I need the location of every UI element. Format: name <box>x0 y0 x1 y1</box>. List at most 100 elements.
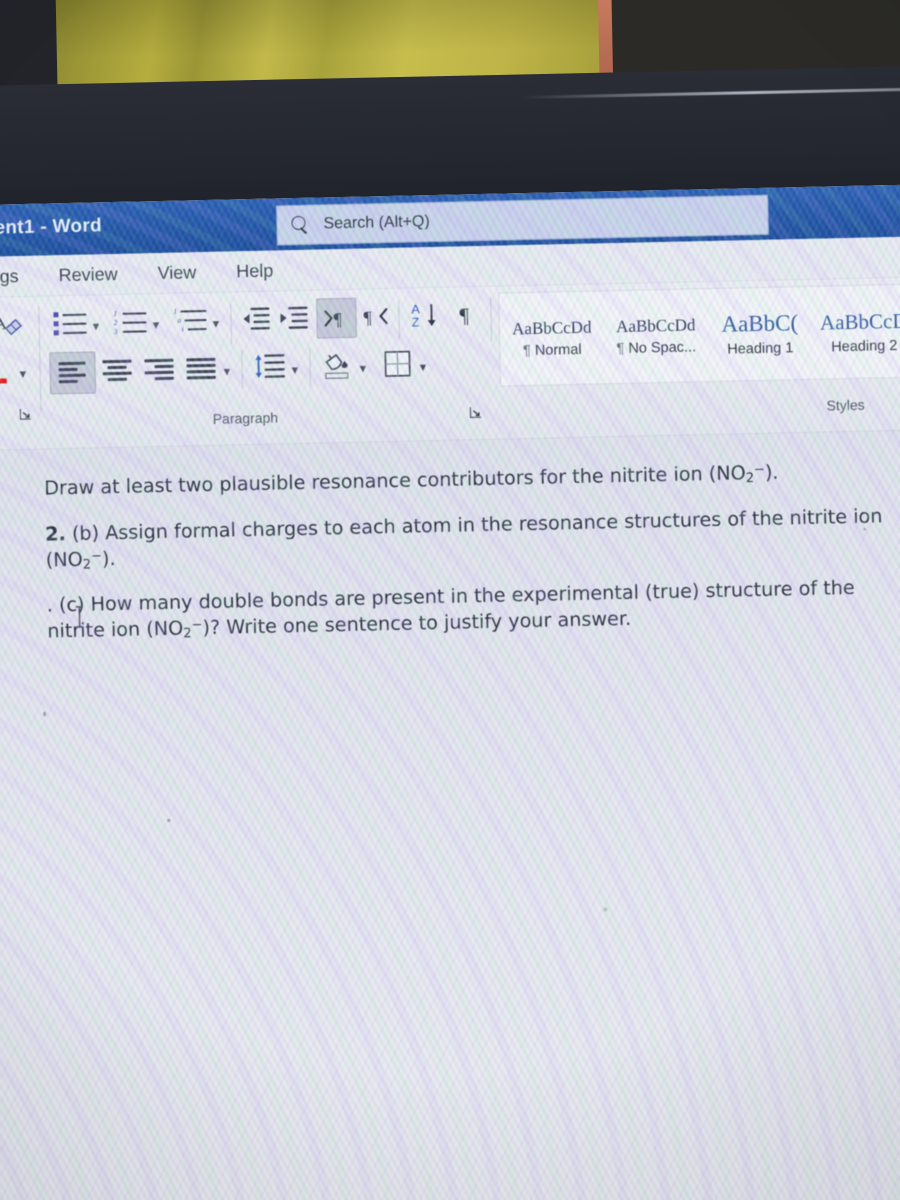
justify-button[interactable] <box>181 351 222 388</box>
justify-icon <box>185 356 218 383</box>
svg-text:¶: ¶ <box>333 309 342 329</box>
tab-view[interactable]: View <box>137 261 216 284</box>
style-preview: AaBbC( <box>721 310 799 337</box>
line-and-paragraph-spacing-button[interactable] <box>249 347 290 386</box>
document-text[interactable]: Draw at least two plausible resonance co… <box>44 457 900 647</box>
increase-indent-button[interactable] <box>274 301 313 336</box>
line-spacing-chevron-down-icon[interactable]: ▾ <box>292 362 299 377</box>
list-number: 2. <box>44 521 67 546</box>
increase-indent-icon <box>280 306 308 329</box>
group-separator <box>309 348 312 387</box>
no2-charge-superscript: − <box>90 548 103 564</box>
sort-button[interactable]: A Z <box>404 296 445 335</box>
document-paragraph-3[interactable]: . (c) How many double bonds are present … <box>46 574 900 646</box>
shading-chevron-down-icon[interactable]: ▾ <box>359 361 366 376</box>
paragraph-group-label: Paragraph <box>212 409 279 427</box>
style-item-heading-2[interactable]: AaBbCcD Heading 2 <box>811 285 900 379</box>
align-right-icon <box>143 357 176 384</box>
document-paragraph-2[interactable]: 2. (b) Assign formal charges to each ato… <box>45 502 900 574</box>
style-label: ¶ No Spac... <box>616 339 697 358</box>
svg-text:¶: ¶ <box>459 303 470 327</box>
search-box[interactable]: Search (Alt+Q) <box>276 194 769 246</box>
right-to-left-text-direction-button[interactable]: ¶ <box>358 299 395 334</box>
group-separator <box>230 304 233 345</box>
styles-group-label: Styles <box>826 396 865 414</box>
rtl-text-direction-icon: ¶ <box>363 307 388 328</box>
group-separator <box>490 296 493 341</box>
styles-gallery[interactable]: AaBbCcDd ¶ Normal AaBbCcDd ¶ No Spac... … <box>498 282 900 387</box>
no2-subscript: 2 <box>745 470 755 487</box>
ribbon: A A ▾ <box>0 277 900 451</box>
borders-button[interactable] <box>377 344 418 383</box>
borders-chevron-down-icon[interactable]: ▾ <box>419 359 426 374</box>
style-label: ¶ Normal <box>522 341 582 360</box>
monitor-screen: ent1 - Word Search (Alt+Q) lings Review … <box>0 184 900 1200</box>
multilevel-list-button[interactable]: 1 a i <box>170 303 211 338</box>
font-dialog-launcher[interactable] <box>18 407 32 421</box>
align-center-icon <box>101 358 134 385</box>
group-separator <box>38 306 42 411</box>
pilcrow-icon: ¶ <box>459 303 470 327</box>
show-formatting-marks-button[interactable]: ¶ <box>450 297 485 332</box>
font-color-chevron-down-icon[interactable]: ▾ <box>20 366 27 381</box>
align-left-button[interactable] <box>49 351 97 395</box>
ltr-text-direction-icon: ¶ <box>324 309 342 329</box>
svg-text:¶: ¶ <box>363 307 372 327</box>
font-color-button[interactable]: A <box>0 351 20 392</box>
document-canvas[interactable]: Draw at least two plausible resonance co… <box>0 429 900 1200</box>
tab-mailings[interactable]: lings <box>0 265 39 287</box>
style-item-normal[interactable]: AaBbCcDd ¶ Normal <box>499 291 605 385</box>
shading-paint-bucket-icon <box>325 353 349 379</box>
multilevel-list-chevron-down-icon[interactable]: ▾ <box>212 316 219 331</box>
svg-text:Z: Z <box>412 315 420 329</box>
style-preview: AaBbCcDd <box>511 317 592 339</box>
paragraph-dialog-launcher[interactable] <box>468 405 482 419</box>
clear-all-formatting-button[interactable]: A <box>0 305 33 346</box>
group-separator <box>398 300 401 339</box>
shading-button[interactable] <box>317 346 358 385</box>
photo-of-monitor: ent1 - Word Search (Alt+Q) lings Review … <box>0 0 900 1200</box>
style-item-heading-1[interactable]: AaBbC( Heading 1 <box>707 287 813 381</box>
paragraph-1-tail: ). <box>764 460 779 484</box>
style-preview: AaBbCcD <box>819 308 900 335</box>
line-spacing-icon <box>255 354 285 378</box>
justify-chevron-down-icon[interactable]: ▾ <box>224 363 231 378</box>
i-beam-text-cursor <box>75 606 84 628</box>
decrease-indent-button[interactable] <box>236 302 275 337</box>
style-item-no-spacing[interactable]: AaBbCcDd ¶ No Spac... <box>603 289 709 383</box>
left-to-right-text-direction-button[interactable]: ¶ <box>316 297 357 339</box>
search-icon <box>291 215 310 234</box>
group-separator <box>241 350 244 389</box>
search-placeholder: Search (Alt+Q) <box>323 213 430 233</box>
document-paragraph-1[interactable]: Draw at least two plausible resonance co… <box>44 457 900 503</box>
align-right-button[interactable] <box>139 352 180 389</box>
paragraph-2-text: (b) Assign formal charges to each atom i… <box>45 503 883 572</box>
paragraph-1-text: Draw at least two plausible resonance co… <box>43 461 746 500</box>
paragraph-2-tail: ). <box>101 546 116 571</box>
svg-text:A: A <box>0 313 9 336</box>
paragraph-3-tail: )? Write one sentence to justify your an… <box>202 607 632 640</box>
style-name: No Spac... <box>628 339 697 357</box>
bullets-chevron-down-icon[interactable]: ▾ <box>93 318 100 333</box>
numbering-icon: 1 2 3 <box>113 308 148 336</box>
sort-az-icon: A Z <box>411 302 436 330</box>
window-title: ent1 - Word <box>0 215 103 239</box>
numbering-chevron-down-icon[interactable]: ▾ <box>152 317 159 332</box>
bullets-icon <box>53 310 88 337</box>
style-preview: AaBbCcDd <box>615 315 696 337</box>
style-name: Heading 1 <box>727 340 794 358</box>
svg-text:A: A <box>0 358 1 382</box>
align-center-button[interactable] <box>97 353 138 390</box>
bullets-button[interactable] <box>50 306 91 341</box>
tab-review[interactable]: Review <box>38 263 137 286</box>
numbering-button[interactable]: 1 2 3 <box>110 304 151 339</box>
style-name: Heading 2 <box>831 337 898 355</box>
tab-help[interactable]: Help <box>216 260 293 283</box>
no2-charge-superscript: − <box>753 462 766 478</box>
borders-grid-icon <box>384 350 411 377</box>
no2-charge-superscript: − <box>191 618 203 634</box>
align-left-icon <box>56 360 89 387</box>
style-name: Normal <box>534 341 582 359</box>
decrease-indent-icon <box>243 307 270 330</box>
multilevel-list-icon: 1 a i <box>173 307 208 334</box>
